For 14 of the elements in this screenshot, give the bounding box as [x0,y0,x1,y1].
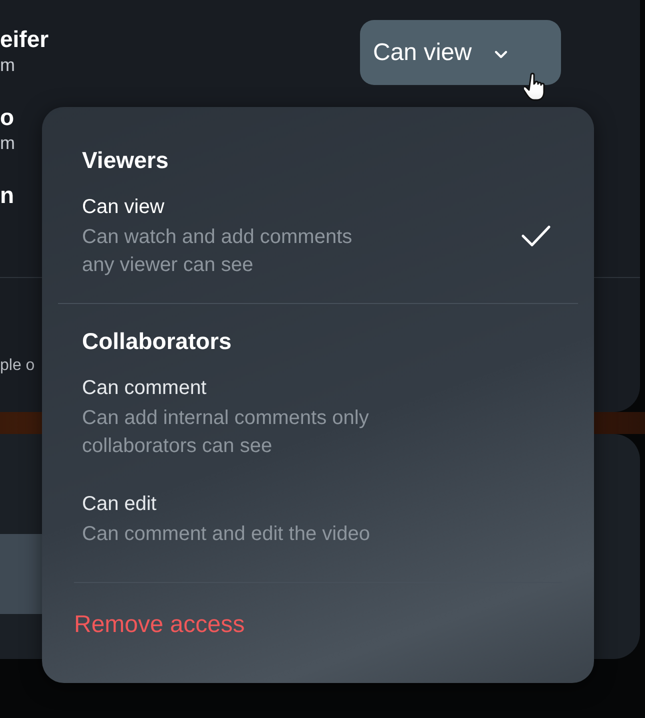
permission-option[interactable]: Can comment Can add internal comments only collaborators can see [82,374,562,460]
person-name: o [0,103,14,132]
person-name: eifer [0,25,49,54]
access-dropdown[interactable]: Can view [360,20,561,85]
person-detail: m [0,54,15,76]
checkmark-icon [520,224,552,248]
chevron-down-icon [494,50,508,58]
section-title: Viewers [82,146,170,175]
permission-option[interactable]: Can edit Can comment and edit the video [82,490,562,548]
person-name: n [0,181,14,210]
person-detail: m [0,132,15,154]
permission-option[interactable]: Can view Can watch and add comments any viewer can see [82,193,562,279]
section-title: Collaborators [82,327,233,356]
note-text: ple o [0,357,35,375]
